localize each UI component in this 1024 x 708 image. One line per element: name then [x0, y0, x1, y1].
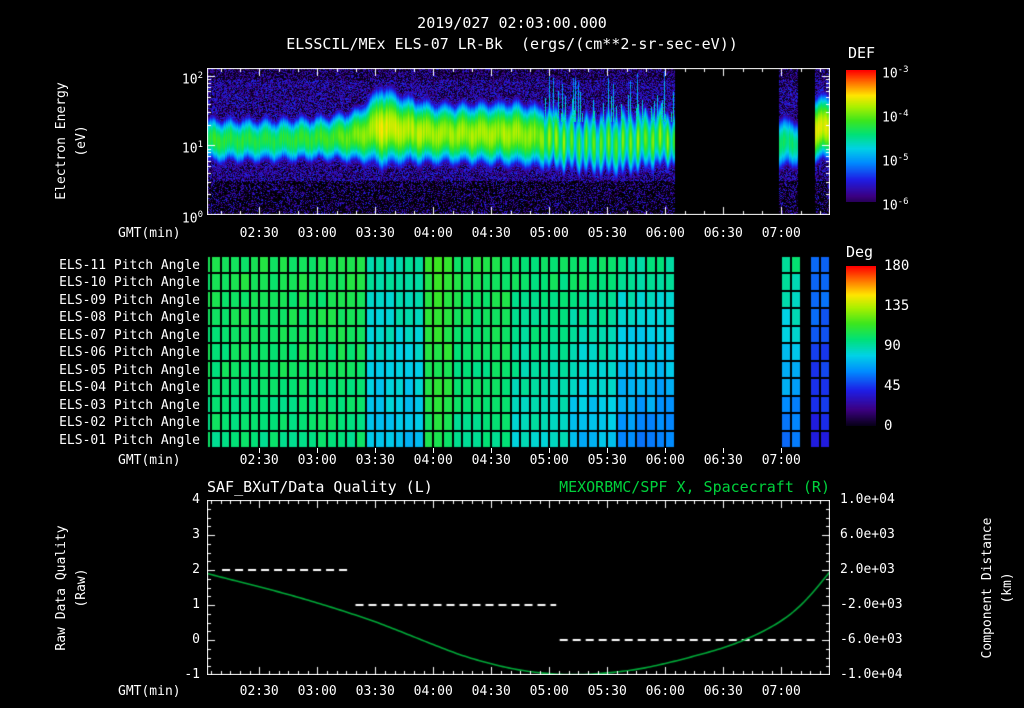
pitch-row-label: ELS-03 Pitch Angle: [59, 398, 200, 413]
x-tick-label-line: 06:00: [645, 684, 685, 699]
def-cb-tick-label: 10-4: [882, 109, 909, 126]
distance-ytick-label: -2.0e+03: [840, 597, 903, 612]
distance-ytick-label: -1.0e+04: [840, 667, 903, 682]
x-tick-label-pitch: 05:00: [529, 453, 569, 468]
x-tick-label-pitch: 03:30: [355, 453, 395, 468]
quality-ytick-label: 3: [192, 527, 200, 542]
x-tick-label-line: 03:30: [355, 684, 395, 699]
x-tick-label-pitch: 04:30: [471, 453, 511, 468]
pitch-xaxis-tick: [491, 448, 492, 453]
x-tick-label-pitch: 03:00: [297, 453, 337, 468]
pitch-row-label: ELS-04 Pitch Angle: [59, 380, 200, 395]
def-colorbar-title: DEF: [848, 44, 876, 62]
deg-cb-tick-label: 0: [884, 418, 893, 434]
energy-ytick-label: 101: [181, 140, 203, 157]
pitch-row-label: ELS-10 Pitch Angle: [59, 275, 200, 290]
def-cb-tick-label: 10-3: [882, 65, 909, 82]
electron-energy-axis-label: Electron Energy (eV): [54, 82, 89, 200]
energy-ytick-label: 102: [181, 70, 203, 88]
pitch-row-label: ELS-11 Pitch Angle: [59, 258, 200, 273]
quality-series-title: SAF_BXuT/Data Quality (L): [207, 478, 433, 496]
pitch-row-label: ELS-01 Pitch Angle: [59, 433, 200, 448]
pitch-xaxis-tick: [259, 448, 260, 453]
energy-ytick-label: 100: [181, 210, 203, 227]
x-tick-label-spectrogram: 03:00: [297, 226, 337, 241]
x-tick-label-line: 05:30: [587, 684, 627, 699]
pitch-row-label: ELS-09 Pitch Angle: [59, 293, 200, 308]
x-tick-label-pitch: 02:30: [239, 453, 279, 468]
x-tick-label-pitch: 07:00: [761, 453, 801, 468]
pitch-row-label: ELS-05 Pitch Angle: [59, 363, 200, 378]
science-plot-window: 2019/027 02:03:00.000 ELSSCIL/MEx ELS-07…: [0, 0, 1024, 708]
line-plot-canvas: [207, 500, 830, 675]
distance-ytick-label: -6.0e+03: [840, 632, 903, 647]
deg-cb-tick-label: 45: [884, 378, 901, 394]
pitch-row-label: ELS-02 Pitch Angle: [59, 415, 200, 430]
pitch-xaxis-tick: [723, 448, 724, 453]
distance-series-title: MEXORBMC/SPF X, Spacecraft (R): [559, 478, 830, 496]
quality-ytick-label: -1: [184, 667, 200, 682]
x-tick-label-line: 02:30: [239, 684, 279, 699]
x-tick-label-pitch: 06:30: [703, 453, 743, 468]
gmt-axis-label-line: GMT(min): [118, 684, 181, 699]
deg-cb-tick-label: 180: [884, 258, 910, 274]
x-tick-label-line: 06:30: [703, 684, 743, 699]
pitch-xaxis-tick: [433, 448, 434, 453]
pitch-angle-canvas: [207, 256, 830, 448]
quality-ytick-label: 2: [192, 562, 200, 577]
x-tick-label-pitch: 05:30: [587, 453, 627, 468]
pitch-xaxis-tick: [375, 448, 376, 453]
x-tick-label-spectrogram: 07:00: [761, 226, 801, 241]
distance-ytick-label: 2.0e+03: [840, 562, 895, 577]
quality-ytick-label: 4: [192, 492, 200, 507]
spectrogram-canvas: [207, 68, 830, 215]
pitch-row-label: ELS-06 Pitch Angle: [59, 345, 200, 360]
deg-cb-tick-label: 135: [884, 298, 910, 314]
component-distance-axis-label: Component Distance (km): [980, 517, 1015, 659]
x-tick-label-spectrogram: 06:00: [645, 226, 685, 241]
pitch-row-label: ELS-08 Pitch Angle: [59, 310, 200, 325]
x-tick-label-spectrogram: 06:30: [703, 226, 743, 241]
gmt-axis-label-pitch: GMT(min): [118, 453, 181, 468]
x-tick-label-spectrogram: 05:30: [587, 226, 627, 241]
deg-colorbar-title: Deg: [846, 243, 874, 261]
pitch-xaxis-tick: [607, 448, 608, 453]
def-cb-tick-label: 10-5: [882, 153, 909, 170]
x-tick-label-line: 05:00: [529, 684, 569, 699]
pitch-xaxis-tick: [549, 448, 550, 453]
x-tick-label-line: 07:00: [761, 684, 801, 699]
x-tick-label-spectrogram: 03:30: [355, 226, 395, 241]
distance-ytick-label: 1.0e+04: [840, 492, 895, 507]
page-title: 2019/027 02:03:00.000: [417, 14, 607, 32]
gmt-axis-label-spectrogram: GMT(min): [118, 226, 181, 241]
x-tick-label-spectrogram: 04:00: [413, 226, 453, 241]
pitch-xaxis-tick: [317, 448, 318, 453]
quality-ytick-label: 0: [192, 632, 200, 647]
x-tick-label-pitch: 06:00: [645, 453, 685, 468]
def-cb-tick-label: 10-6: [882, 197, 909, 214]
page-subtitle: ELSSCIL/MEx ELS-07 LR-Bk (ergs/(cm**2-sr…: [286, 35, 738, 53]
pitch-xaxis-tick: [665, 448, 666, 453]
raw-data-quality-axis-label: Raw Data Quality (Raw): [54, 525, 89, 651]
x-tick-label-spectrogram: 05:00: [529, 226, 569, 241]
def-colorbar-canvas: [846, 70, 876, 202]
x-tick-label-line: 03:00: [297, 684, 337, 699]
distance-ytick-label: 6.0e+03: [840, 527, 895, 542]
pitch-xaxis-tick: [781, 448, 782, 453]
x-tick-label-pitch: 04:00: [413, 453, 453, 468]
deg-cb-tick-label: 90: [884, 338, 901, 354]
x-tick-label-line: 04:00: [413, 684, 453, 699]
x-tick-label-spectrogram: 02:30: [239, 226, 279, 241]
x-tick-label-line: 04:30: [471, 684, 511, 699]
x-tick-label-spectrogram: 04:30: [471, 226, 511, 241]
deg-colorbar-canvas: [846, 266, 876, 426]
pitch-row-label: ELS-07 Pitch Angle: [59, 328, 200, 343]
quality-ytick-label: 1: [192, 597, 200, 612]
